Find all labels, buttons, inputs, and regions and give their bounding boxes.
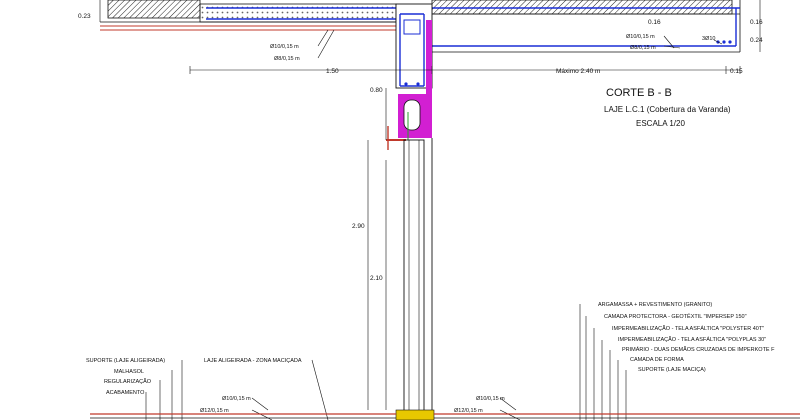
legend-right-6: SUPORTE (LAJE MACIÇA)	[638, 367, 706, 373]
bottom-slab	[90, 413, 800, 419]
rebar-label-bot-left-1: Ø10/0,15 m	[222, 396, 251, 402]
rebar-label-bot-right-2: Ø12/0,15 m	[454, 408, 483, 414]
dim-024: 0.24	[750, 37, 763, 44]
legend-left-extra: LAJE ALIGEIRADA - ZONA MACIÇADA	[204, 358, 302, 364]
dim-150: 1.50	[326, 68, 339, 75]
left-finish-hatch	[107, 0, 201, 19]
dim-080: 0.80	[370, 87, 383, 94]
legend-right-3: IMPERMEABILIZAÇÃO - TELA ASFÁLTICA "POLY…	[618, 336, 766, 343]
rebar-label-top-right-2: Ø8/0,15 m	[630, 45, 656, 51]
rebar-label-bot-left-2: Ø12/0,15 m	[200, 408, 229, 414]
right-finish-hatch	[431, 0, 733, 15]
dim-290: 2.90	[352, 223, 365, 230]
legend-left-0: SUPORTE (LAJE ALIGEIRADA)	[86, 358, 165, 364]
rebar-label-bot-right-1: Ø10/0,15 m	[476, 396, 505, 402]
dim-023: 0.23	[78, 13, 91, 20]
door-opening	[395, 138, 435, 420]
legend-right-5: CAMADA DE FORMA	[630, 357, 684, 363]
rebar-label-top-right-1: Ø10/0,15 m	[626, 34, 655, 40]
section-subtitle: LAJE L.C.1 (Cobertura da Varanda)	[604, 105, 731, 114]
legend-left-1: MALHASOL	[114, 369, 144, 375]
legend-left-2: REGULARIZAÇÃO	[104, 378, 152, 385]
rebar-label-top-right-3: 3Ø10	[702, 36, 715, 42]
dim-210: 2.10	[370, 275, 383, 282]
legend-right-1: CAMADA PROTECTORA - GEOTÊXTIL "IMPERSEP …	[604, 312, 747, 320]
drawing-canvas: 0.23 0.16 0.16 0.24 1.50 Máximo 2.40 m 0…	[0, 0, 800, 420]
dim-016-right: 0.16	[750, 19, 763, 26]
section-title: CORTE B - B	[606, 87, 672, 99]
horizontal-dims	[189, 66, 741, 74]
dim-016-left: 0.16	[648, 19, 661, 26]
rebar-label-top-left-1: Ø10/0,15 m	[270, 44, 299, 50]
dim-015: 0.15	[730, 68, 743, 75]
dim-240: Máximo 2.40 m	[556, 68, 600, 75]
section-scale: ESCALA 1/20	[636, 119, 685, 128]
legend-right-4: PRIMÁRIO - DUAS DEMÃOS CRUZADAS DE IMPER…	[622, 346, 775, 353]
legend-left-3: ACABAMENTO	[106, 390, 145, 396]
section-drawing: 0.23 0.16 0.16 0.24 1.50 Máximo 2.40 m 0…	[78, 0, 800, 420]
rebar-label-top-left-2: Ø8/0,15 m	[274, 56, 300, 62]
legend-right-0: ARGAMASSA + REVESTIMENTO (GRANITO)	[598, 302, 712, 308]
threshold-yellow	[395, 409, 435, 420]
legend-right-2: IMPERMEABILIZAÇÃO - TELA ASFÁLTICA "POLY…	[612, 325, 764, 332]
